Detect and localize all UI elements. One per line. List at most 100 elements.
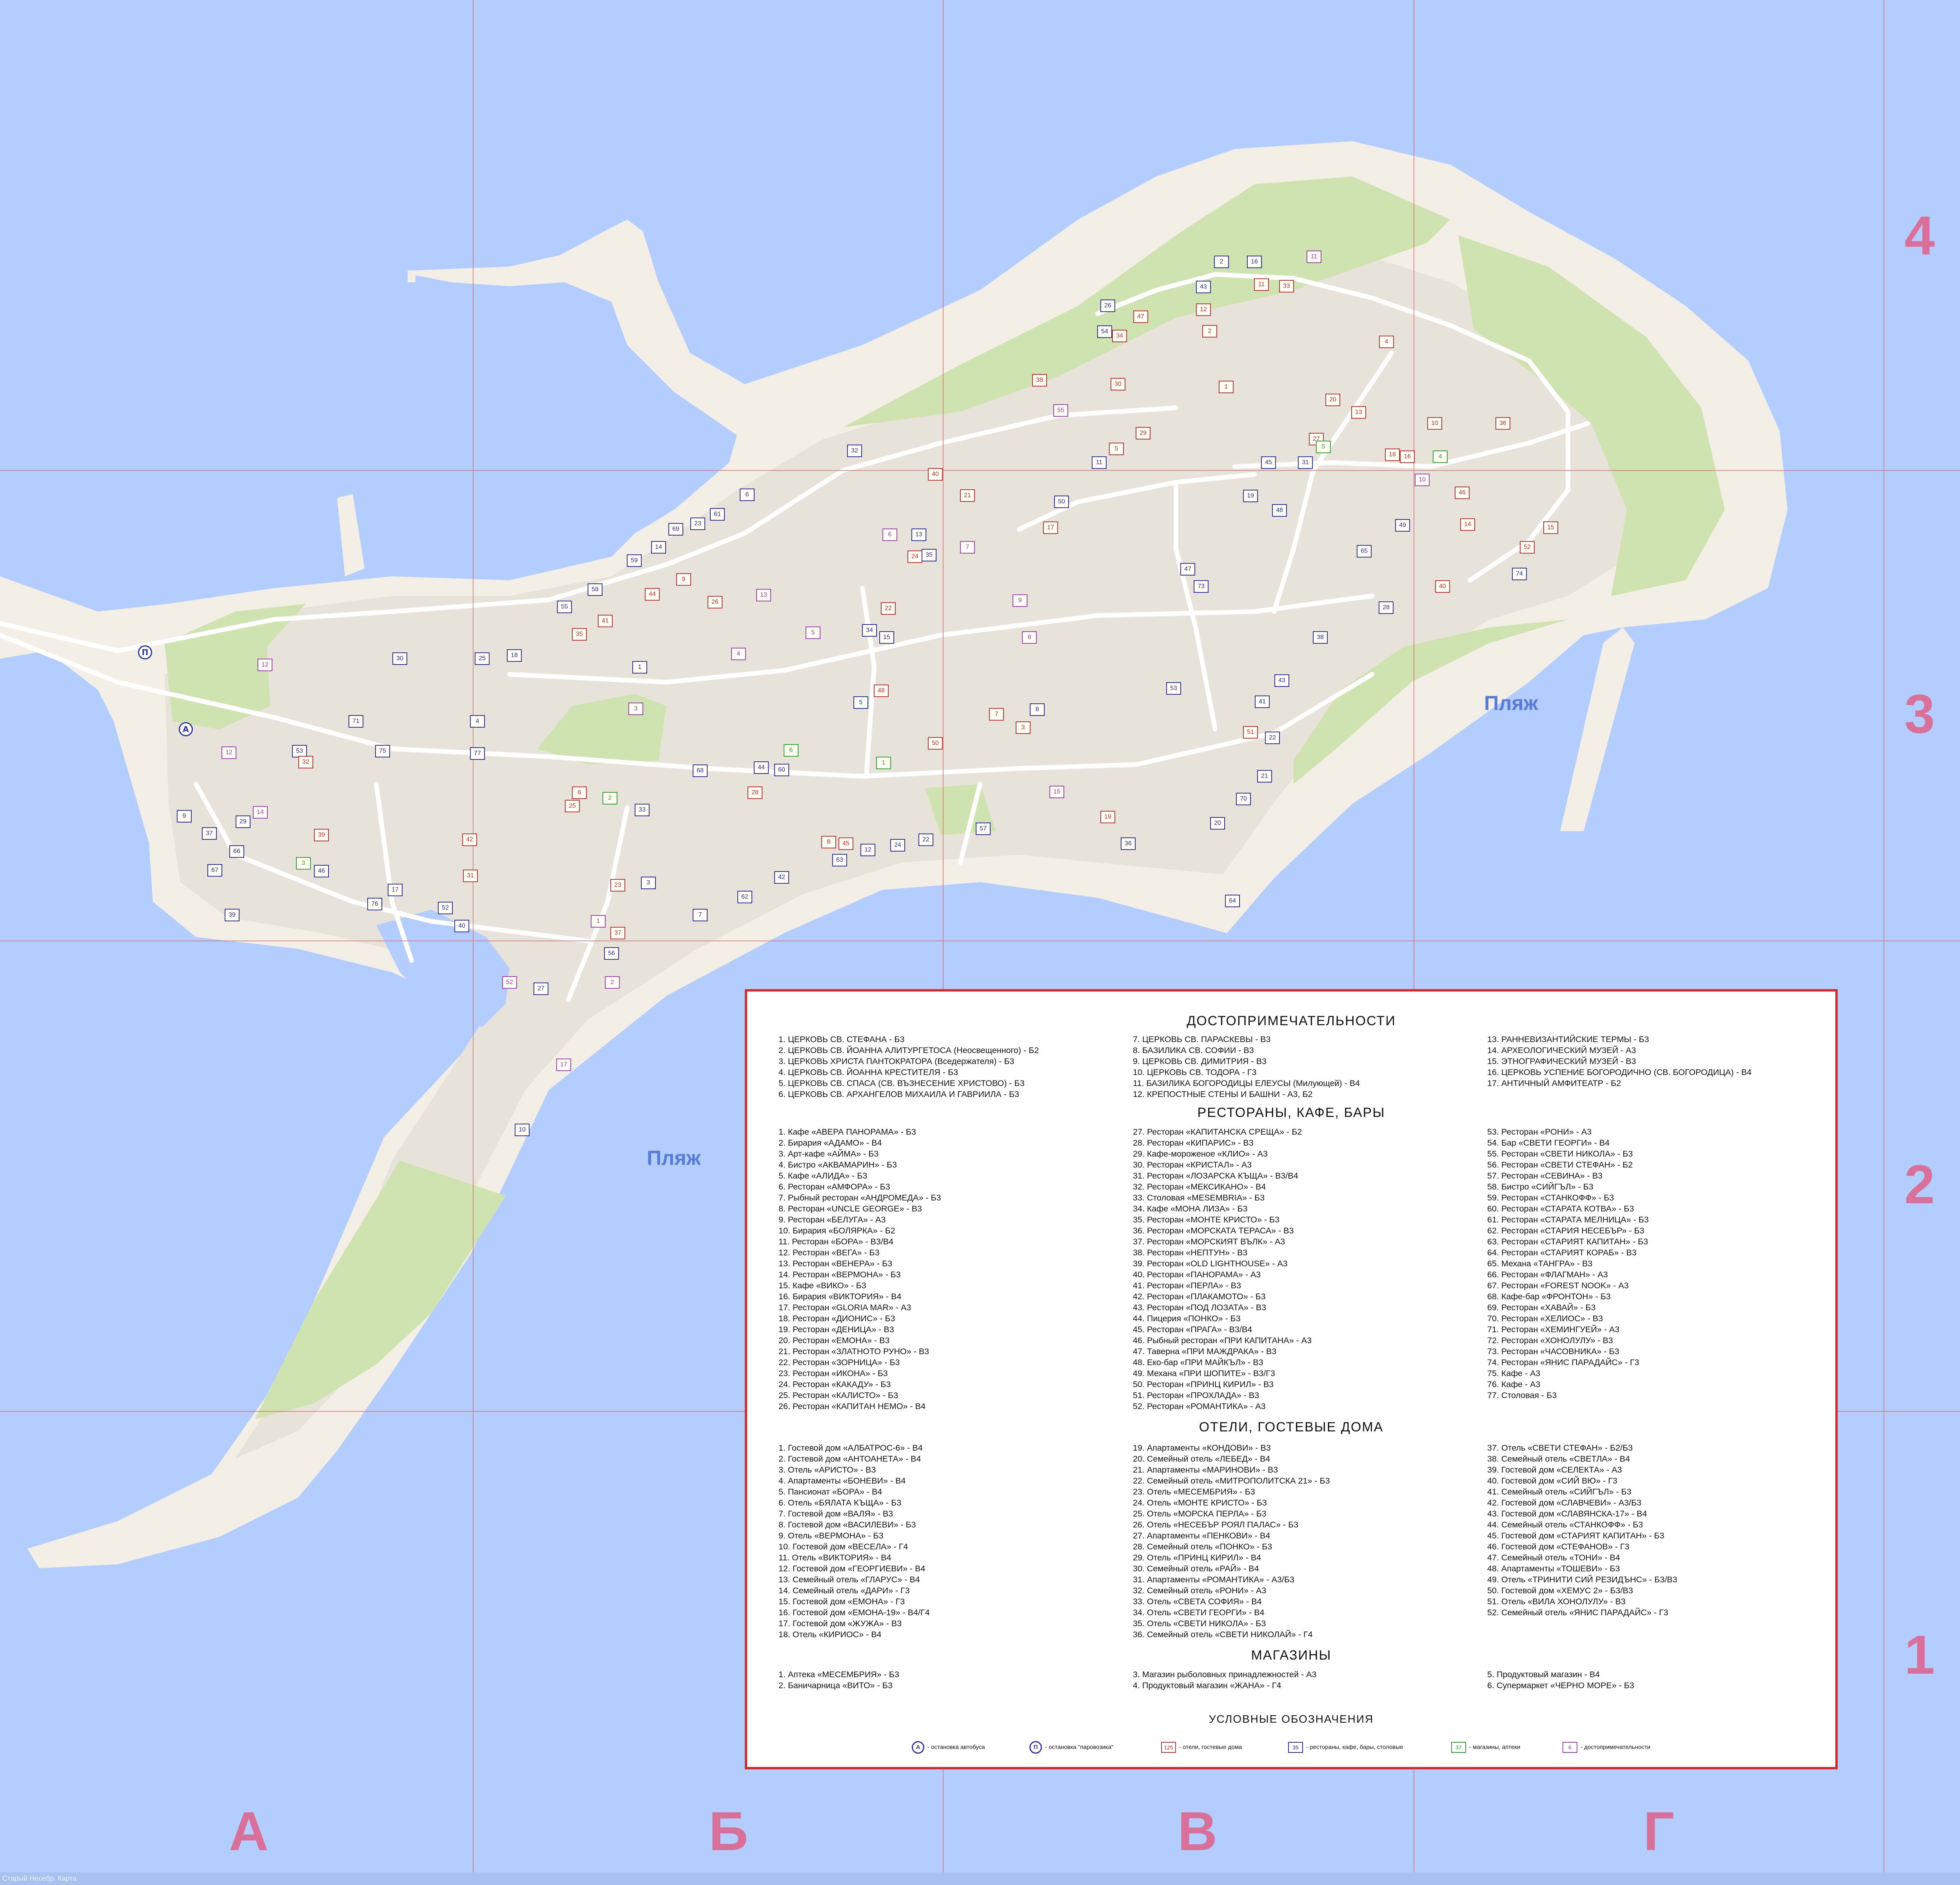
restaurant-marker[interactable]: 61 xyxy=(710,508,725,521)
restaurant-marker[interactable]: 26 xyxy=(1100,300,1115,312)
hotel-marker[interactable]: 37 xyxy=(610,927,625,939)
restaurant-marker[interactable]: 9 xyxy=(177,810,192,823)
hotel-marker[interactable]: 39 xyxy=(314,829,329,841)
restaurant-marker[interactable]: 33 xyxy=(635,804,650,816)
hotel-marker[interactable]: 13 xyxy=(1351,406,1366,419)
restaurant-marker[interactable]: 38 xyxy=(1313,631,1328,644)
hotel-marker[interactable]: 5 xyxy=(1109,443,1124,455)
hotel-marker[interactable]: 48 xyxy=(874,685,889,697)
restaurant-marker[interactable]: 35 xyxy=(922,549,936,561)
bus-stop-icon[interactable]: А xyxy=(179,722,193,736)
restaurant-marker[interactable]: 25 xyxy=(475,652,490,665)
sight-marker[interactable]: 5 xyxy=(806,627,820,639)
hotel-marker[interactable]: 23 xyxy=(610,879,625,892)
restaurant-marker[interactable]: 15 xyxy=(879,631,894,644)
sight-marker[interactable]: 55 xyxy=(1053,404,1068,417)
sight-marker[interactable]: 3 xyxy=(628,703,643,715)
restaurant-marker[interactable]: 36 xyxy=(1121,837,1136,850)
restaurant-marker[interactable]: 70 xyxy=(1236,793,1251,805)
restaurant-marker[interactable]: 75 xyxy=(375,745,390,757)
hotel-marker[interactable]: 40 xyxy=(1435,580,1450,593)
restaurant-marker[interactable]: 43 xyxy=(1274,674,1289,687)
restaurant-marker[interactable]: 40 xyxy=(454,920,469,932)
restaurant-marker[interactable]: 60 xyxy=(774,764,789,776)
restaurant-marker[interactable]: 22 xyxy=(918,834,933,846)
hotel-marker[interactable]: 10 xyxy=(1427,417,1442,430)
restaurant-marker[interactable]: 19 xyxy=(1243,490,1258,502)
restaurant-marker[interactable]: 54 xyxy=(1097,325,1112,338)
hotel-marker[interactable]: 22 xyxy=(881,602,896,615)
hotel-marker[interactable]: 14 xyxy=(1460,518,1475,531)
hotel-marker[interactable]: 34 xyxy=(1112,330,1127,342)
sight-marker[interactable]: 10 xyxy=(1415,474,1430,486)
hotel-marker[interactable]: 18 xyxy=(1385,449,1400,461)
hotel-marker[interactable]: 41 xyxy=(598,615,613,627)
restaurant-marker[interactable]: 6 xyxy=(740,489,755,501)
hotel-marker[interactable]: 20 xyxy=(1325,394,1340,406)
restaurant-marker[interactable]: 22 xyxy=(1265,732,1280,744)
restaurant-marker[interactable]: 42 xyxy=(774,871,789,884)
restaurant-marker[interactable]: 67 xyxy=(207,864,222,877)
restaurant-marker[interactable]: 18 xyxy=(507,649,522,662)
restaurant-marker[interactable]: 68 xyxy=(693,765,708,777)
restaurant-marker[interactable]: 69 xyxy=(668,523,683,536)
restaurant-marker[interactable]: 17 xyxy=(388,884,403,896)
hotel-marker[interactable]: 35 xyxy=(572,628,587,641)
sight-marker[interactable]: 9 xyxy=(1013,594,1027,607)
restaurant-marker[interactable]: 56 xyxy=(604,947,619,960)
sight-marker[interactable]: 4 xyxy=(731,648,746,660)
sight-marker[interactable]: 15 xyxy=(1049,786,1064,798)
hotel-marker[interactable]: 15 xyxy=(1543,521,1558,534)
restaurant-marker[interactable]: 71 xyxy=(348,715,363,728)
restaurant-marker[interactable]: 4 xyxy=(470,715,485,728)
hotel-marker[interactable]: 40 xyxy=(928,468,943,481)
hotel-marker[interactable]: 21 xyxy=(960,489,975,502)
restaurant-marker[interactable]: 32 xyxy=(847,445,862,457)
sight-marker[interactable]: 17 xyxy=(556,1059,571,1071)
restaurant-marker[interactable]: 8 xyxy=(1030,703,1045,716)
restaurant-marker[interactable]: 65 xyxy=(1357,545,1372,558)
hotel-marker[interactable]: 44 xyxy=(645,588,660,601)
hotel-marker[interactable]: 7 xyxy=(989,708,1004,721)
restaurant-marker[interactable]: 14 xyxy=(651,541,666,554)
restaurant-marker[interactable]: 46 xyxy=(314,865,329,877)
hotel-marker[interactable]: 30 xyxy=(1111,378,1125,390)
restaurant-marker[interactable]: 5 xyxy=(853,696,868,709)
restaurant-marker[interactable]: 13 xyxy=(911,528,926,541)
shop-marker[interactable]: 5 xyxy=(1316,441,1331,453)
hotel-marker[interactable]: 28 xyxy=(748,786,762,799)
sight-marker[interactable]: 2 xyxy=(605,976,620,989)
sight-marker[interactable]: 14 xyxy=(253,806,268,819)
restaurant-marker[interactable]: 64 xyxy=(1225,895,1240,907)
hotel-marker[interactable]: 45 xyxy=(838,837,853,850)
restaurant-marker[interactable]: 7 xyxy=(693,909,708,921)
hotel-marker[interactable]: 3 xyxy=(1016,721,1031,734)
restaurant-marker[interactable]: 52 xyxy=(438,902,453,914)
hotel-marker[interactable]: 46 xyxy=(1455,487,1470,499)
restaurant-marker[interactable]: 63 xyxy=(832,854,847,866)
shop-marker[interactable]: 2 xyxy=(603,792,617,804)
restaurant-marker[interactable]: 48 xyxy=(1272,504,1287,517)
hotel-marker[interactable]: 9 xyxy=(676,573,691,586)
hotel-marker[interactable]: 8 xyxy=(821,836,836,848)
restaurant-marker[interactable]: 10 xyxy=(515,1124,530,1136)
restaurant-marker[interactable]: 1 xyxy=(632,661,647,674)
shop-marker[interactable]: 6 xyxy=(784,744,799,757)
restaurant-marker[interactable]: 73 xyxy=(1194,580,1209,593)
sight-marker[interactable]: 6 xyxy=(882,528,897,541)
hotel-marker[interactable]: 29 xyxy=(1136,427,1151,439)
restaurant-marker[interactable]: 37 xyxy=(202,827,217,840)
hotel-marker[interactable]: 33 xyxy=(1279,280,1294,292)
hotel-marker[interactable]: 25 xyxy=(565,800,580,812)
restaurant-marker[interactable]: 50 xyxy=(1054,496,1069,508)
restaurant-marker[interactable]: 3 xyxy=(641,877,656,889)
restaurant-marker[interactable]: 57 xyxy=(976,823,991,835)
shop-marker[interactable]: 3 xyxy=(296,857,311,870)
restaurant-marker[interactable]: 39 xyxy=(225,909,240,921)
restaurant-marker[interactable]: 47 xyxy=(1180,563,1195,576)
sight-marker[interactable]: 11 xyxy=(1307,251,1321,263)
restaurant-marker[interactable]: 45 xyxy=(1261,456,1276,469)
restaurant-marker[interactable]: 16 xyxy=(1247,256,1262,268)
hotel-marker[interactable]: 12 xyxy=(1196,303,1211,316)
sight-marker[interactable]: 13 xyxy=(756,589,771,601)
